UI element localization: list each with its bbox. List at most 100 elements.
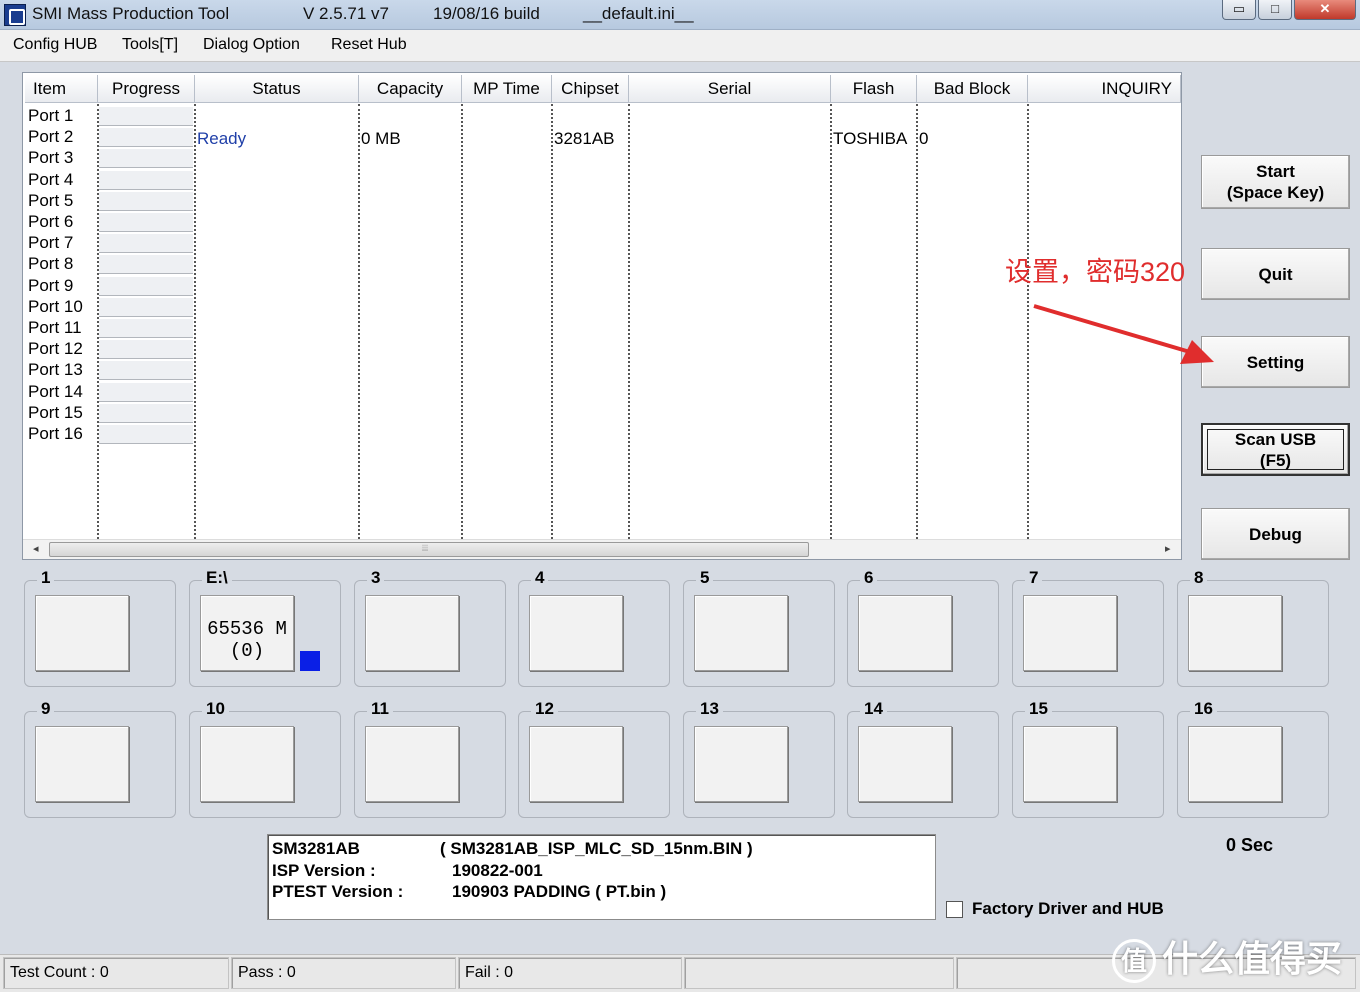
port-group-label: 4 [531, 568, 549, 588]
port-status-box[interactable] [694, 595, 788, 671]
progress-cell [99, 191, 193, 211]
port-group-7: 7 [1012, 568, 1164, 687]
scroll-right-icon[interactable]: ▸ [1165, 542, 1171, 555]
port-group-label: 14 [860, 699, 887, 719]
red-arrow-icon [1033, 304, 1214, 364]
test-count-status: Test Count : 0 [3, 957, 229, 989]
progress-cell [99, 319, 193, 338]
port-row-label[interactable]: Port 5 [28, 191, 73, 211]
progress-cell [99, 425, 193, 444]
horizontal-scrollbar[interactable]: ◂ ⦙⦙⦙ ▸ [23, 539, 1181, 559]
port-status-box[interactable] [1023, 726, 1117, 802]
scan-usb-button[interactable]: Scan USB (F5) [1201, 423, 1350, 476]
port-row-label[interactable]: Port 3 [28, 148, 73, 168]
port-group-4: 4 [518, 568, 670, 687]
port-row-label[interactable]: Port 2 [28, 127, 73, 147]
chip-model: SM3281AB [272, 839, 360, 858]
port-row-label[interactable]: Port 16 [28, 424, 83, 444]
port-row-label[interactable]: Port 13 [28, 360, 83, 380]
port-row-label[interactable]: Port 8 [28, 254, 73, 274]
col-serial[interactable]: Serial [629, 75, 831, 103]
maximize-button[interactable]: □ [1258, 0, 1292, 20]
port-row-label[interactable]: Port 4 [28, 170, 73, 190]
port-row-label[interactable]: Port 15 [28, 403, 83, 423]
port-status-box[interactable] [1188, 726, 1282, 802]
firmware-info-box: SM3281AB ( SM3281AB_ISP_MLC_SD_15nm.BIN … [267, 834, 936, 920]
close-button[interactable]: ✕ [1294, 0, 1356, 20]
port-status-box[interactable] [35, 595, 129, 671]
port-row-label[interactable]: Port 9 [28, 276, 73, 296]
watermark: 值什么值得买 [1112, 930, 1342, 984]
progress-cell [99, 382, 193, 402]
port-status-box[interactable] [200, 726, 294, 802]
port-group-label: 5 [696, 568, 714, 588]
app-title: SMI Mass Production Tool [32, 4, 230, 23]
quit-button[interactable]: Quit [1201, 248, 1350, 300]
port-group-label: 8 [1190, 568, 1208, 588]
port-status-box[interactable] [1023, 595, 1117, 671]
port-group-16: 16 [1177, 699, 1329, 818]
col-inquiry[interactable]: INQUIRY [1028, 75, 1181, 103]
port-status-box[interactable] [858, 726, 952, 802]
watermark-logo-icon: 值 [1112, 939, 1156, 984]
col-chipset[interactable]: Chipset [552, 75, 629, 103]
port-row-label[interactable]: Port 11 [28, 318, 82, 338]
col-progress[interactable]: Progress [98, 75, 195, 103]
port-group-8: 8 [1177, 568, 1329, 687]
menu-bar: Config HUB Tools[T] Dialog Option Reset … [0, 30, 1360, 62]
isp-version-value: 190822-001 [452, 861, 543, 880]
menu-dialog-option[interactable]: Dialog Option [203, 36, 300, 54]
progress-cell [99, 213, 193, 232]
port-list-view[interactable]: Item Progress Status Capacity MP Time Ch… [22, 72, 1182, 560]
port-group-10: 10 [189, 699, 341, 818]
port-group-label: 10 [202, 699, 229, 719]
progress-cell [99, 170, 193, 190]
debug-button-label: Debug [1249, 524, 1302, 544]
scroll-thumb[interactable]: ⦙⦙⦙ [49, 542, 809, 557]
port-row-label[interactable]: Port 7 [28, 233, 73, 253]
debug-button[interactable]: Debug [1201, 508, 1350, 560]
col-flash[interactable]: Flash [831, 75, 917, 103]
progress-cell [99, 255, 193, 275]
progress-cell [99, 107, 193, 126]
col-mp-time[interactable]: MP Time [462, 75, 552, 103]
col-item[interactable]: Item [25, 75, 98, 103]
port-status-box[interactable] [858, 595, 952, 671]
port-status-box[interactable] [694, 726, 788, 802]
scroll-left-icon[interactable]: ◂ [33, 542, 39, 555]
port-status-box[interactable] [1188, 595, 1282, 671]
factory-driver-checkbox[interactable] [946, 901, 963, 918]
port-row-label[interactable]: Port 1 [28, 106, 73, 126]
port-status-box[interactable] [365, 726, 459, 802]
port-status-box[interactable] [529, 726, 623, 802]
isp-file: ( SM3281AB_ISP_MLC_SD_15nm.BIN ) [440, 839, 753, 858]
menu-reset-hub[interactable]: Reset Hub [331, 36, 407, 54]
port-row-label[interactable]: Port 14 [28, 382, 83, 402]
port-status-box[interactable] [529, 595, 623, 671]
col-bad-block[interactable]: Bad Block [917, 75, 1028, 103]
port-row-label[interactable]: Port 10 [28, 297, 83, 317]
title-bar: SMI Mass Production Tool V 2.5.71 v7 19/… [0, 0, 1360, 30]
password-annotation: 设置，密码320 [1005, 257, 1186, 287]
port-group-3: 3 [354, 568, 506, 687]
col-capacity[interactable]: Capacity [359, 75, 462, 103]
start-button[interactable]: Start (Space Key) [1201, 155, 1350, 209]
port-status-box[interactable]: 65536 M (0) [200, 595, 294, 671]
col-status[interactable]: Status [195, 75, 359, 103]
progress-cell [99, 297, 193, 317]
port-group-label: 12 [531, 699, 558, 719]
fail-status: Fail : 0 [458, 957, 682, 989]
setting-button-label: Setting [1246, 352, 1305, 372]
start-button-label: Start (Space Key) [1226, 162, 1325, 202]
port-status-box[interactable] [365, 595, 459, 671]
port-row-label[interactable]: Port 6 [28, 212, 73, 232]
minimize-button[interactable]: ▭ [1222, 0, 1256, 20]
progress-cell [99, 340, 193, 360]
setting-button[interactable]: Setting [1201, 336, 1350, 388]
menu-config-hub[interactable]: Config HUB [13, 36, 97, 54]
port-row-label[interactable]: Port 12 [28, 339, 83, 359]
port-group-15: 15 [1012, 699, 1164, 818]
menu-tools[interactable]: Tools[T] [122, 36, 178, 54]
port-status-box[interactable] [35, 726, 129, 802]
port-group-label: 1 [37, 568, 55, 588]
